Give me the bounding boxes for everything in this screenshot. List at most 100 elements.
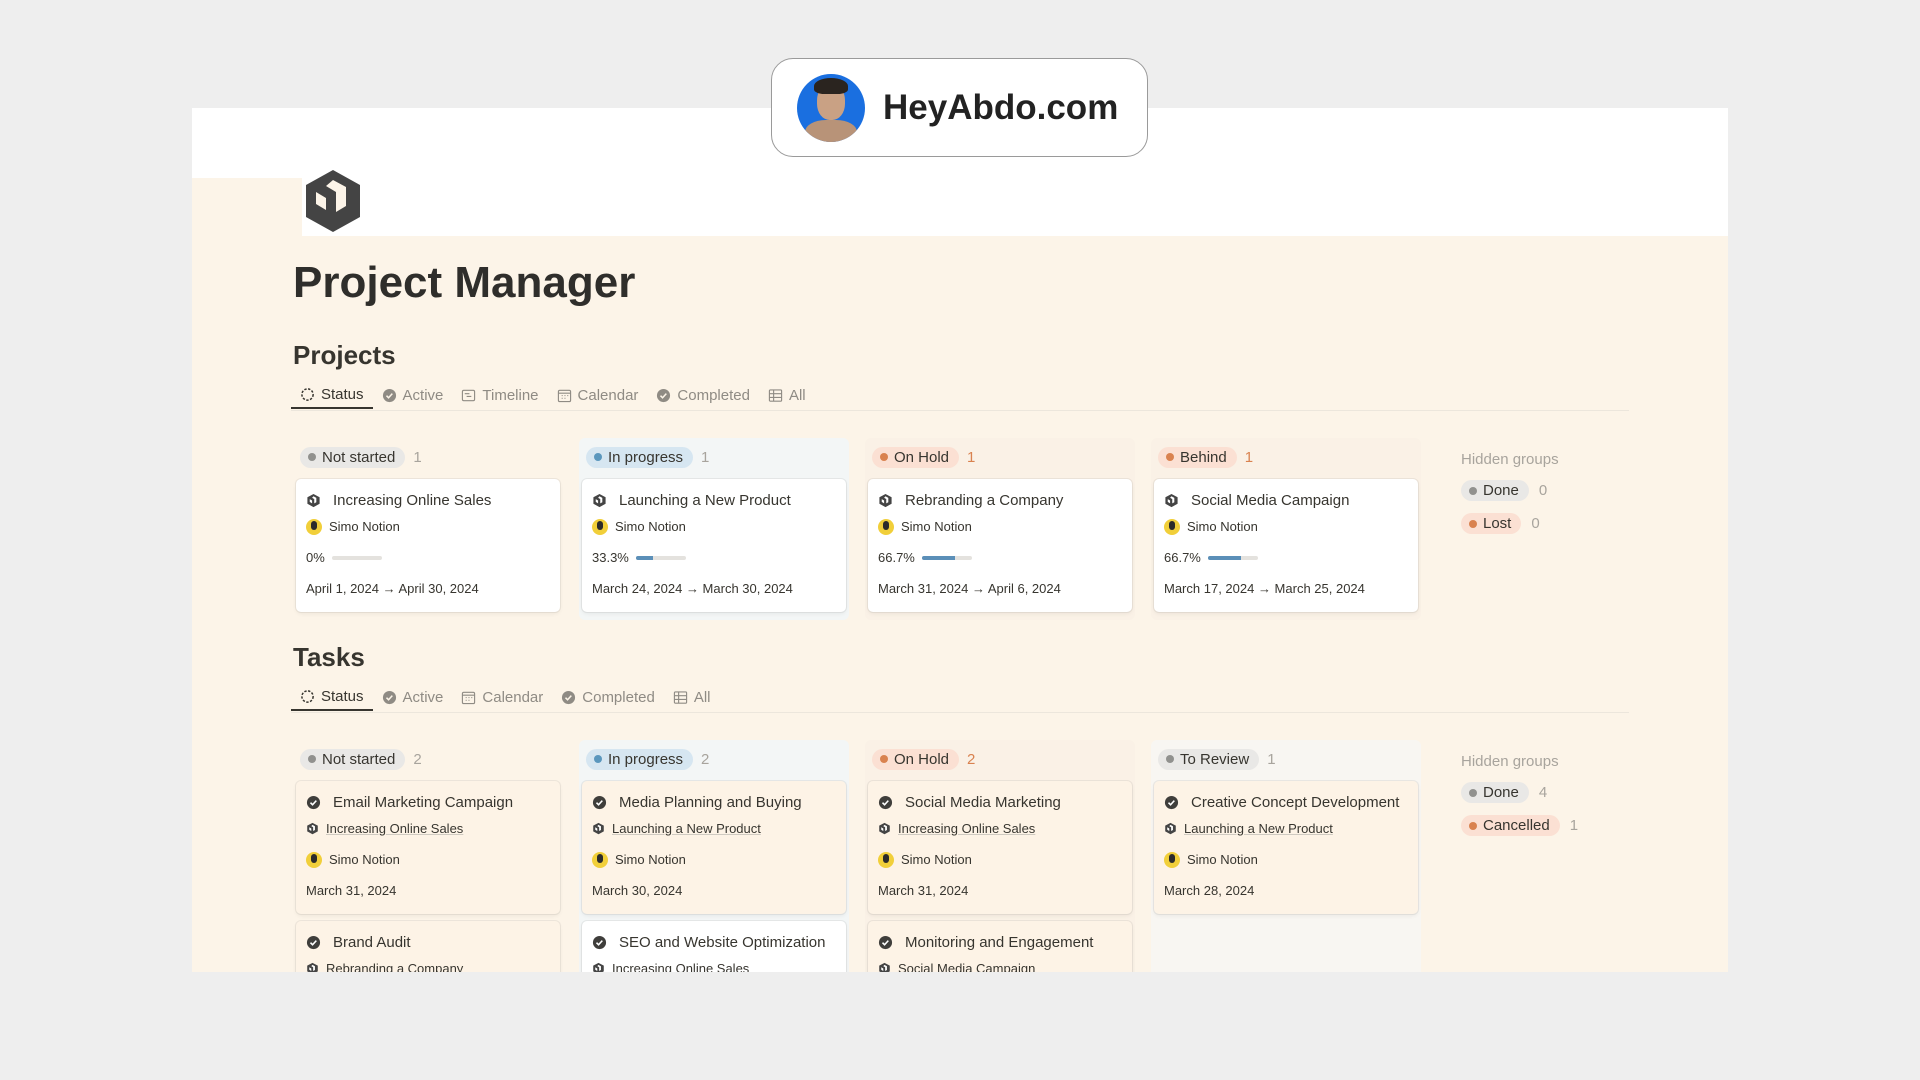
progress-text: 66.7% xyxy=(1164,550,1201,565)
status-tag[interactable]: Cancelled xyxy=(1461,815,1560,836)
owner: Simo Notion xyxy=(592,844,836,875)
task-card[interactable]: Monitoring and Engagement Social Media Ca… xyxy=(868,921,1132,972)
status-tag[interactable]: Not started xyxy=(300,748,406,770)
box-icon xyxy=(593,493,606,507)
task-check-icon xyxy=(306,935,321,949)
project-card[interactable]: Launching a New Product Simo Notion 33.3% M… xyxy=(582,479,846,612)
related-project[interactable]: Increasing Online Sales xyxy=(306,813,550,844)
status-dot xyxy=(308,755,316,763)
related-project-name[interactable]: Social Media Campaign xyxy=(898,961,1035,972)
tasks-board: Not started 2 Email Marketing Campaign Incr… xyxy=(293,740,1617,972)
owner-avatar xyxy=(878,518,894,535)
related-project[interactable]: Rebranding a Company xyxy=(306,953,550,972)
progress-text: 66.7% xyxy=(878,550,915,565)
owner: Simo Notion xyxy=(1164,511,1408,542)
box-icon xyxy=(879,493,892,507)
hidden-group-done[interactable]: Done 4 xyxy=(1461,776,1617,809)
task-card[interactable]: Email Marketing Campaign Increasing Onlin… xyxy=(296,781,560,914)
column-count: 1 xyxy=(701,448,710,466)
tab-completed[interactable]: Completed xyxy=(552,683,664,711)
column-header: On Hold 1 xyxy=(868,442,1132,472)
task-card[interactable]: Media Planning and Buying Launching a New… xyxy=(582,781,846,914)
status-dot xyxy=(308,453,316,461)
column-header: To Review 1 xyxy=(1154,744,1418,774)
related-project-name[interactable]: Increasing Online Sales xyxy=(326,821,463,836)
status-tag[interactable]: To Review xyxy=(1158,748,1260,770)
related-project[interactable]: Social Media Campaign xyxy=(878,953,1122,972)
board-column-not-started: Not started 2 Email Marketing Campaign Incr… xyxy=(293,740,563,972)
related-project-name[interactable]: Rebranding a Company xyxy=(326,961,463,972)
status-tag[interactable]: Not started xyxy=(300,446,406,468)
status-tag[interactable]: Done xyxy=(1461,782,1529,803)
project-card[interactable]: Rebranding a Company Simo Notion 66.7% Marc… xyxy=(868,479,1132,612)
card-title: Launching a New Product xyxy=(592,489,836,511)
column-count: 2 xyxy=(967,750,976,768)
tasks-title[interactable]: Tasks xyxy=(293,642,365,673)
tab-active[interactable]: Active xyxy=(373,683,453,711)
status-tag[interactable]: In progress xyxy=(586,446,694,468)
status-tag[interactable]: Behind xyxy=(1158,446,1237,468)
tab-active[interactable]: Active xyxy=(373,381,453,409)
board-column-not-started: Not started 1 Increasing Online Sales Simo … xyxy=(293,438,563,620)
progress-bar xyxy=(921,555,972,560)
tab-status[interactable]: Status xyxy=(291,683,373,711)
due-date: March 31, 2024 xyxy=(878,883,969,898)
related-project-name[interactable]: Increasing Online Sales xyxy=(898,821,1035,836)
brand-badge[interactable]: HeyAbdo.com xyxy=(771,58,1148,157)
tab-label: Status xyxy=(321,385,364,403)
related-project[interactable]: Increasing Online Sales xyxy=(592,953,836,972)
status-tag[interactable]: On Hold xyxy=(872,446,960,468)
hidden-group-lost[interactable]: Lost 0 xyxy=(1461,507,1617,540)
owner-name: Simo Notion xyxy=(1187,852,1258,867)
group-count: 0 xyxy=(1538,482,1548,499)
tab-calendar[interactable]: Calendar xyxy=(452,683,552,711)
hidden-group-done[interactable]: Done 0 xyxy=(1461,474,1617,507)
related-project[interactable]: Increasing Online Sales xyxy=(878,813,1122,844)
board-column-to-review: To Review 1 Creative Concept Development La… xyxy=(1151,740,1421,972)
progress-fill xyxy=(635,555,653,560)
status-label: On Hold xyxy=(894,448,950,466)
progress: 66.7% xyxy=(878,542,1122,573)
tab-completed[interactable]: Completed xyxy=(647,381,759,409)
status-tag[interactable]: On Hold xyxy=(872,748,960,770)
owner: Simo Notion xyxy=(878,844,1122,875)
status-dot xyxy=(1469,788,1477,797)
related-project-name[interactable]: Launching a New Product xyxy=(1184,821,1333,836)
tab-all[interactable]: All xyxy=(664,683,720,711)
tab-calendar[interactable]: Calendar xyxy=(548,381,648,409)
owner-name: Simo Notion xyxy=(329,519,400,534)
status-tag[interactable]: Lost xyxy=(1461,513,1522,534)
card-title-text: Rebranding a Company xyxy=(905,491,1064,509)
due-date: March 31, 2024 xyxy=(306,883,397,898)
related-project[interactable]: Launching a New Product xyxy=(592,813,836,844)
progress-text: 33.3% xyxy=(592,550,629,565)
column-count: 2 xyxy=(701,750,710,768)
project-card[interactable]: Social Media Campaign Simo Notion 66.7% Mar… xyxy=(1154,479,1418,612)
tab-timeline[interactable]: Timeline xyxy=(452,381,547,409)
related-project-name[interactable]: Launching a New Product xyxy=(612,821,761,836)
card-title-text: Launching a New Product xyxy=(619,491,791,509)
related-project-name[interactable]: Increasing Online Sales xyxy=(612,961,749,972)
status-tag[interactable]: In progress xyxy=(586,748,694,770)
hidden-group-cancelled[interactable]: Cancelled 1 xyxy=(1461,809,1617,842)
tab-label: Status xyxy=(321,687,364,705)
card-title-text: Social Media Campaign xyxy=(1191,491,1350,509)
card-title-text: Media Planning and Buying xyxy=(619,793,802,811)
task-card[interactable]: SEO and Website Optimization Increasing O… xyxy=(582,921,846,972)
task-card[interactable]: Brand Audit Rebranding a Company xyxy=(296,921,560,972)
progress-fill xyxy=(921,555,956,560)
progress-text: 0% xyxy=(306,550,325,565)
projects-title[interactable]: Projects xyxy=(293,340,396,371)
task-card[interactable]: Social Media Marketing Increasing Online … xyxy=(868,781,1132,914)
tab-all[interactable]: All xyxy=(759,381,815,409)
table-icon xyxy=(673,690,687,704)
status-label: To Review xyxy=(1180,750,1250,768)
project-card[interactable]: Increasing Online Sales Simo Notion 0% Apri… xyxy=(296,479,560,612)
task-card[interactable]: Creative Concept Development Launching a … xyxy=(1154,781,1418,914)
box-icon xyxy=(307,962,318,972)
card-title: Brand Audit xyxy=(306,931,550,953)
status-tag[interactable]: Done xyxy=(1461,480,1529,501)
tab-status[interactable]: Status xyxy=(291,381,373,409)
related-project[interactable]: Launching a New Product xyxy=(1164,813,1408,844)
progress-bar xyxy=(635,555,686,560)
